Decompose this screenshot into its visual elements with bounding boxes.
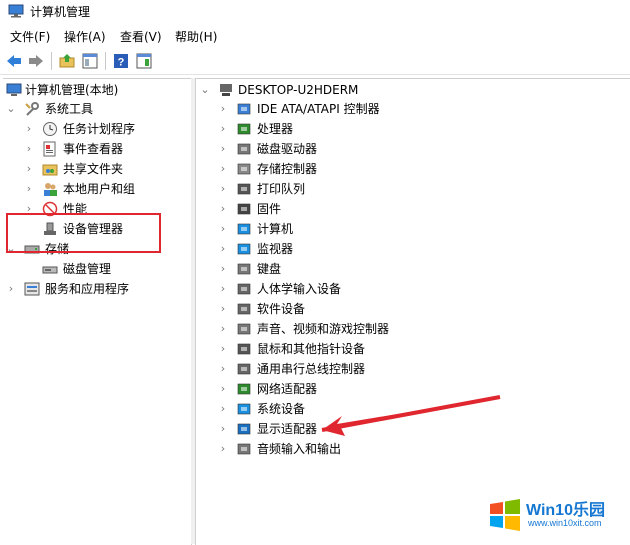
watermark-url: www.win10xit.com [528,518,602,528]
annotation-arrow [321,395,501,436]
watermark-brand: Win10乐园 [526,502,605,519]
watermark-logo: Win10乐园 www.win10xit.com [488,494,620,536]
windows-logo-icon [490,499,520,531]
